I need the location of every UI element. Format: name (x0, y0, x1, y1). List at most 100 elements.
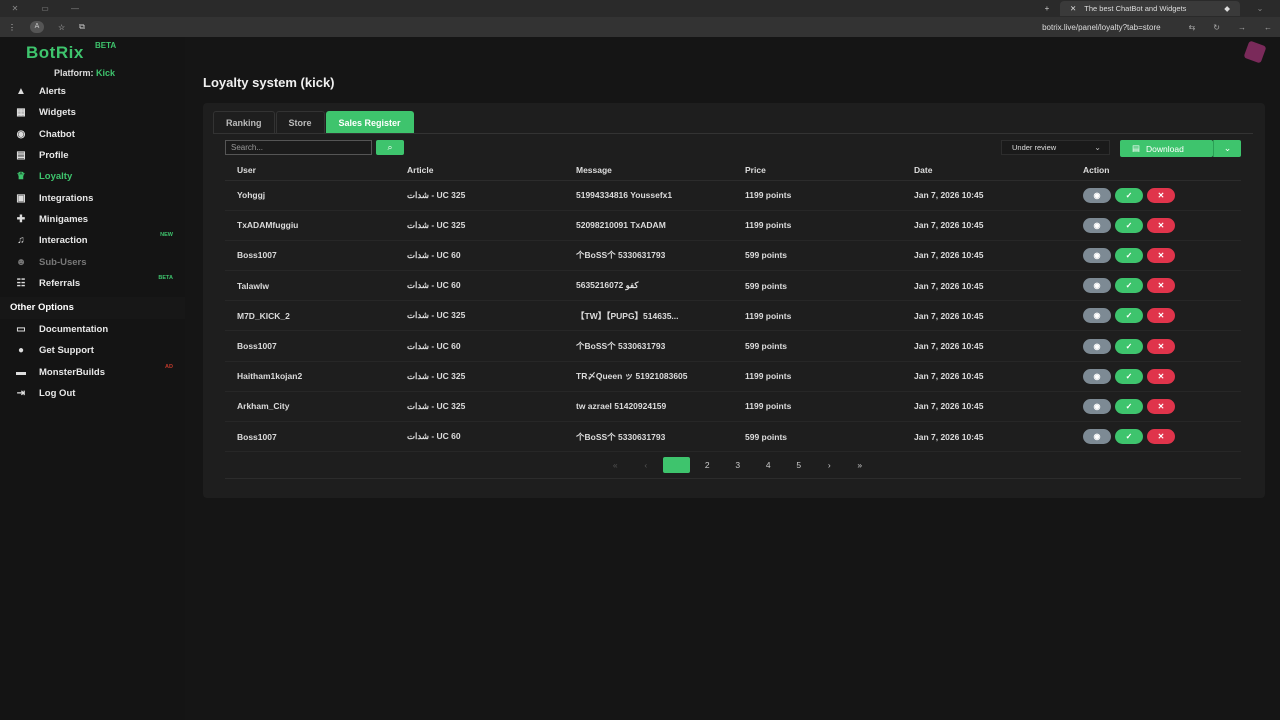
view-button[interactable]: ◉ (1083, 368, 1111, 384)
reject-button[interactable]: ✕ (1147, 368, 1175, 384)
search-button[interactable]: ⌕ (376, 140, 404, 155)
sidebar-item-loyalty[interactable]: ♛ Loyalty (0, 166, 185, 187)
cell-price: 599 points (733, 421, 902, 453)
sidebar-item-documentation[interactable]: ▭ Documentation (0, 319, 185, 340)
reject-button[interactable]: ✕ (1147, 308, 1175, 324)
search-input[interactable]: Search... (225, 140, 372, 155)
last-page-button[interactable]: » (845, 457, 876, 473)
eye-icon: ◉ (1093, 220, 1101, 230)
browser-tab[interactable]: ✕ The best ChatBot and Widgets ◆ (1060, 1, 1240, 16)
tab-store[interactable]: Store (275, 111, 325, 133)
logo[interactable]: BotRix (26, 43, 84, 63)
page-5-button[interactable]: 5 (784, 457, 815, 473)
sidebar-item-widgets[interactable]: ▦ Widgets (0, 102, 185, 123)
cell-user: Boss1007 (225, 421, 395, 453)
integrations-icon: ▣ (16, 192, 26, 204)
reject-button[interactable]: ✕ (1147, 398, 1175, 414)
sidebar-item-profile[interactable]: ▤ Profile (0, 145, 185, 166)
download-button[interactable]: ▤ Download (1120, 140, 1213, 157)
avatar[interactable] (1243, 40, 1267, 64)
approve-button[interactable]: ✓ (1115, 398, 1143, 414)
column-header-user[interactable]: User (225, 160, 395, 181)
view-button[interactable]: ◉ (1083, 308, 1111, 324)
sidebar-item-alerts[interactable]: ▲ Alerts (0, 81, 185, 102)
back-icon[interactable]: ← (1264, 23, 1272, 32)
view-button[interactable]: ◉ (1083, 217, 1111, 233)
sidebar-nav: ▲ Alerts ▦ Widgets ◉ Chatbot ▤ Profile ♛… (0, 81, 185, 404)
reject-button[interactable]: ✕ (1147, 429, 1175, 445)
approve-button[interactable]: ✓ (1115, 278, 1143, 294)
prev-page-button[interactable]: ‹ (631, 457, 662, 473)
sidebar-item-minigames[interactable]: ✚ Minigames (0, 209, 185, 230)
close-tab-icon[interactable]: ✕ (1070, 4, 1076, 13)
table-row: M7D_KICK_2 شدات - UC 325 【TW】【PUPG】514635.… (225, 300, 1241, 332)
cell-article: شدات - UC 60 (395, 240, 564, 272)
reject-button[interactable]: ✕ (1147, 217, 1175, 233)
table-row: Boss1007 شدات - UC 60 个BoSS个 5330631793 599… (225, 330, 1241, 362)
approve-button[interactable]: ✓ (1115, 368, 1143, 384)
reject-button[interactable]: ✕ (1147, 187, 1175, 203)
column-header-date[interactable]: Date (902, 160, 1071, 181)
sidebar-item-interaction[interactable]: ♫ Interaction NEW (0, 230, 185, 251)
view-button[interactable]: ◉ (1083, 187, 1111, 203)
view-button[interactable]: ◉ (1083, 247, 1111, 263)
view-button[interactable]: ◉ (1083, 429, 1111, 445)
view-button[interactable]: ◉ (1083, 398, 1111, 414)
cell-message: TR〆Queen ッ 51921083605 (564, 361, 733, 392)
restore-icon[interactable]: ▭ (30, 4, 60, 13)
sidebar-item-integrations[interactable]: ▣ Integrations (0, 187, 185, 208)
url-field[interactable]: botrix.live/panel/loyalty?tab=store (1042, 23, 1161, 32)
screen-share-icon[interactable]: ⧉ (79, 22, 85, 32)
translate-icon[interactable]: ⇆ (1189, 23, 1196, 32)
reject-button[interactable]: ✕ (1147, 338, 1175, 354)
sidebar-item-label: Widgets (39, 107, 76, 119)
table-row: Boss1007 شدات - UC 60 个BoSS个 5330631793 599… (225, 421, 1241, 453)
reject-button[interactable]: ✕ (1147, 278, 1175, 294)
cell-price: 1199 points (733, 210, 902, 241)
next-page-button[interactable]: › (814, 457, 845, 473)
column-header-price[interactable]: Price (733, 160, 902, 181)
approve-button[interactable]: ✓ (1115, 308, 1143, 324)
view-button[interactable]: ◉ (1083, 278, 1111, 294)
minimize-icon[interactable]: ✕ (0, 4, 30, 13)
tab-sales-register[interactable]: Sales Register (325, 111, 414, 133)
tab-menu-icon[interactable]: ⌄ (1240, 4, 1280, 13)
reload-icon[interactable]: ↻ (1213, 23, 1220, 32)
status-filter-select[interactable]: Under review ⌄ (1001, 140, 1110, 155)
first-page-button[interactable]: « (600, 457, 631, 473)
download-options-button[interactable]: ⌄ (1213, 140, 1241, 157)
eye-icon: ◉ (1093, 341, 1101, 351)
page-1-button[interactable]: 1 (663, 457, 690, 473)
approve-button[interactable]: ✓ (1115, 187, 1143, 203)
account-icon[interactable]: A (30, 21, 44, 33)
column-header-article[interactable]: Article (395, 160, 564, 181)
cell-article: شدات - UC 325 (395, 180, 564, 211)
approve-button[interactable]: ✓ (1115, 247, 1143, 263)
page-2-button[interactable]: 2 (692, 457, 723, 473)
view-button[interactable]: ◉ (1083, 338, 1111, 354)
star-icon[interactable]: ☆ (58, 23, 65, 32)
gamepad-icon: ✚ (16, 213, 26, 225)
close-window-icon[interactable]: — (60, 4, 90, 13)
approve-button[interactable]: ✓ (1115, 338, 1143, 354)
tab-ranking[interactable]: Ranking (213, 111, 275, 133)
table-row: TxADAMfuggiu شدات - UC 325 52098210091 TxA… (225, 210, 1241, 241)
sidebar-item-chatbot[interactable]: ◉ Chatbot (0, 124, 185, 145)
page-4-button[interactable]: 4 (753, 457, 784, 473)
cell-actions: ◉ ✓ ✕ (1071, 240, 1241, 272)
reject-button[interactable]: ✕ (1147, 247, 1175, 263)
sidebar-item-sub-users[interactable]: ☻ Sub-Users (0, 251, 185, 272)
table-header-row: User Article Message Price Date Action (225, 160, 1241, 181)
sidebar-item-monsterbuilds[interactable]: ▬ MonsterBuilds AD (0, 362, 185, 383)
approve-button[interactable]: ✓ (1115, 429, 1143, 445)
forward-icon[interactable]: → (1238, 23, 1246, 32)
sidebar-item-get-support[interactable]: ● Get Support (0, 340, 185, 361)
approve-button[interactable]: ✓ (1115, 217, 1143, 233)
menu-icon[interactable]: ⋮ (8, 23, 16, 32)
column-header-message[interactable]: Message (564, 160, 733, 181)
new-tab-icon[interactable]: + (1034, 4, 1060, 13)
cell-user: Arkham_City (225, 391, 395, 423)
sidebar-item-log-out[interactable]: ⇥ Log Out (0, 383, 185, 404)
sidebar-item-referrals[interactable]: ☷ Referrals BETA (0, 273, 185, 294)
page-3-button[interactable]: 3 (723, 457, 754, 473)
